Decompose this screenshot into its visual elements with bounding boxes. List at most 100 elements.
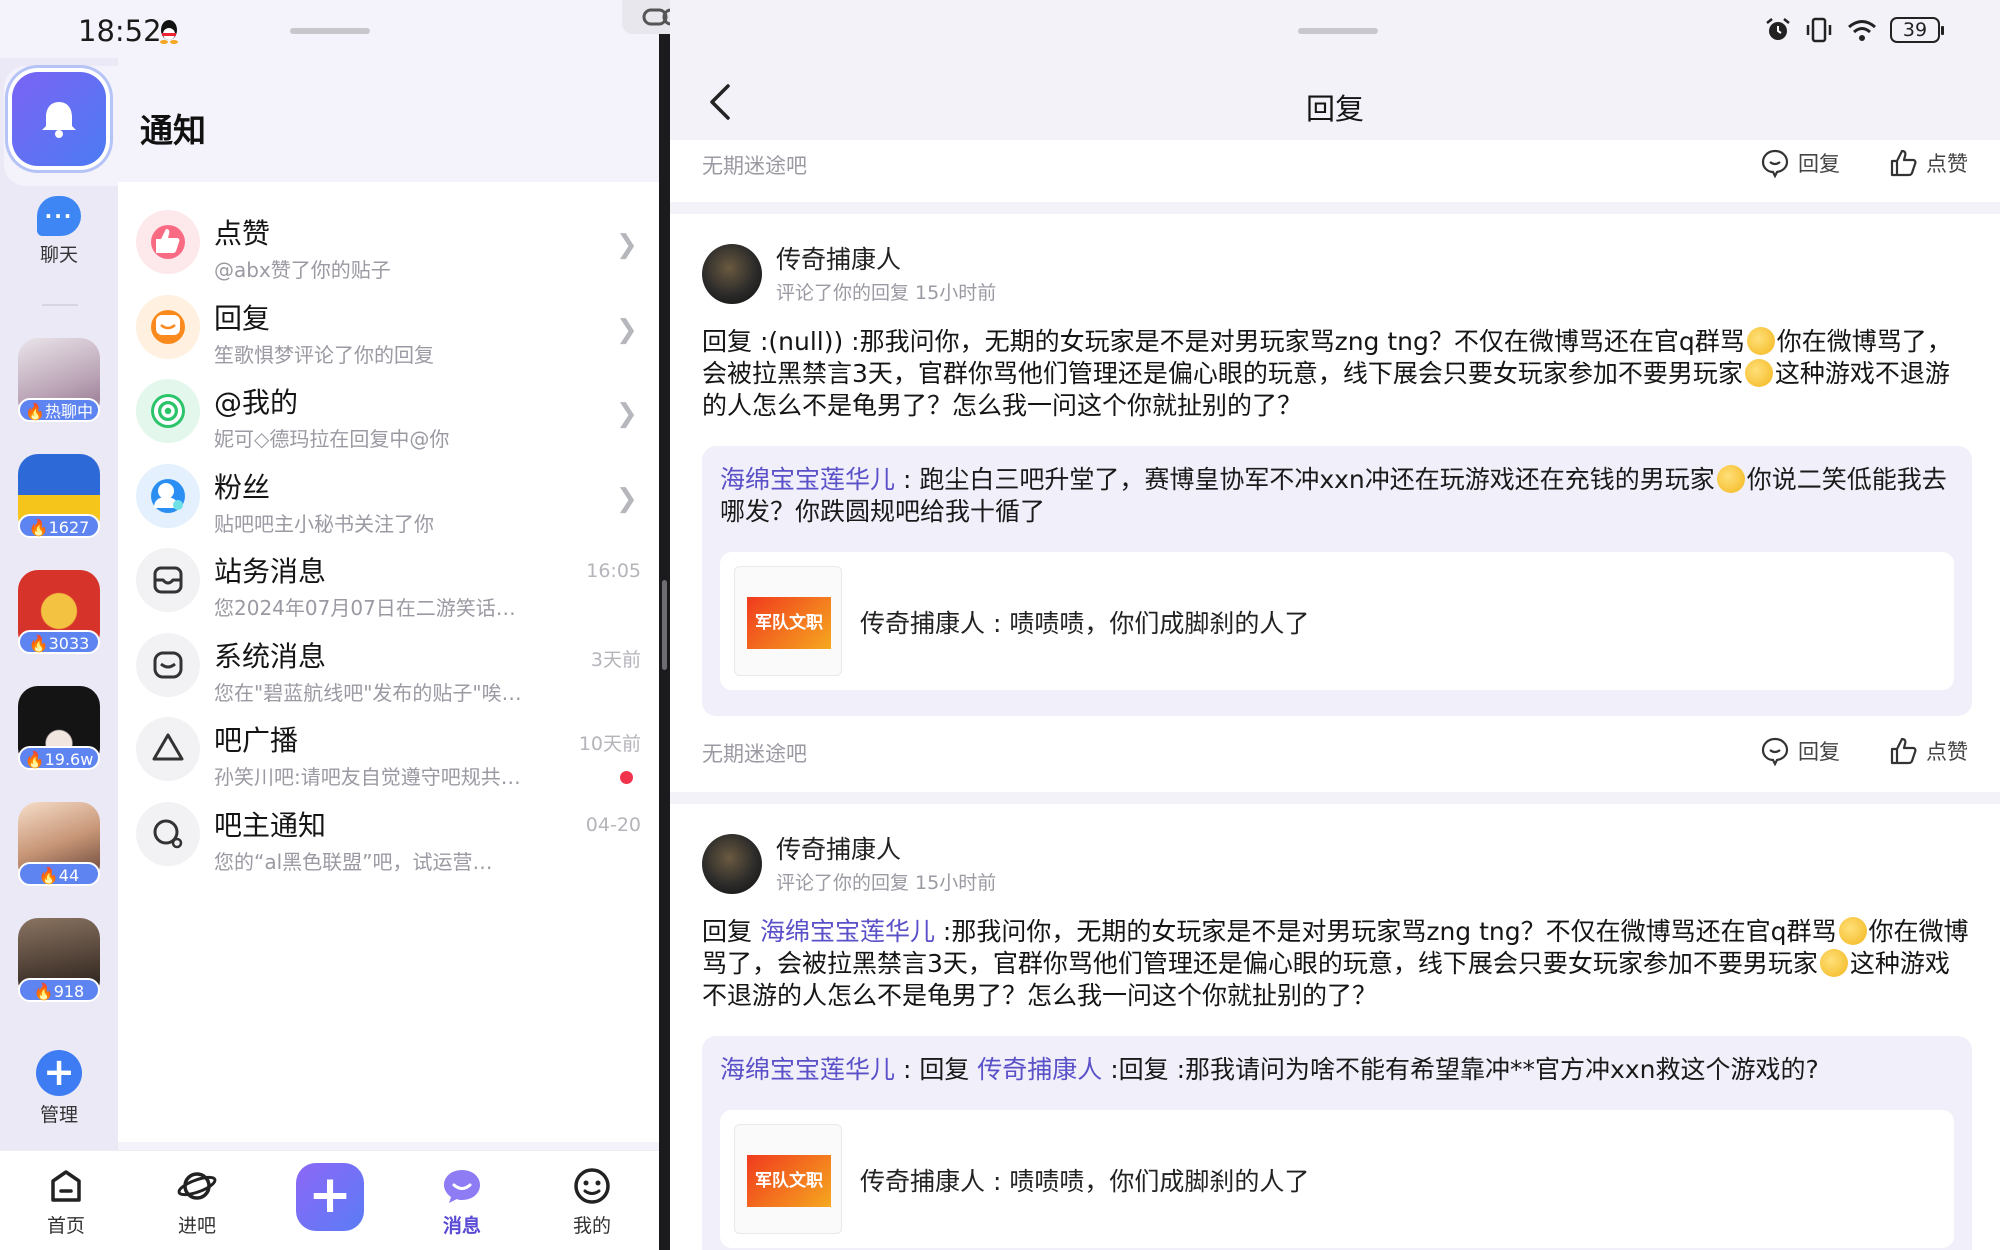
author-name[interactable]: 传奇捕康人 [776, 240, 901, 276]
nav-forums-label: 进吧 [177, 1215, 216, 1237]
post-body[interactable]: 回复 海绵宝宝莲华儿 :那我问你，无期的女玩家是不是对男玩家骂zng tng？不… [702, 916, 1972, 1012]
reply-label: 回复 [1798, 152, 1840, 176]
rail-chat-label: 聊天 [39, 244, 78, 266]
rail-divider [42, 304, 78, 306]
battery-indicator: 39 [1890, 17, 1944, 43]
quoted-reply[interactable]: 海绵宝宝莲华儿 : 跑尘白三吧升堂了，赛博皇协军不冲xxn冲还在玩游戏还在充钱的… [702, 446, 1972, 716]
add-icon: + [36, 1050, 82, 1096]
notification-time: 10天前 [578, 733, 641, 755]
forum-heat-badge: 🔥918 [18, 978, 100, 1002]
split-resize-handle[interactable] [662, 580, 667, 670]
forum-heat-badge: 🔥热聊中 [18, 398, 100, 422]
like-label: 点赞 [1926, 740, 1968, 764]
like-label: 点赞 [1926, 152, 1968, 176]
notification-icon-wrap [136, 548, 200, 612]
notification-title: 回复 [214, 301, 271, 335]
like-action[interactable]: 点赞 [1888, 148, 1968, 178]
notification-icon-wrap [136, 717, 200, 781]
wifi-icon [1848, 20, 1876, 41]
notification-title: 粉丝 [214, 470, 271, 504]
quoted-reply[interactable]: 海绵宝宝莲华儿 : 回复 传奇捕康人 :回复 :那我请问为啥不能有希望靠冲**官… [702, 1036, 1972, 1250]
home-icon [51, 1170, 81, 1202]
emoji-icon [1716, 465, 1745, 493]
rail-manage[interactable]: + 管理 [0, 1050, 118, 1127]
forum-heat-badge: 🔥44 [18, 862, 100, 886]
reply-icon [151, 309, 185, 344]
bottom-nav: 首页 进吧 + 消息 我的 [0, 1150, 659, 1250]
original-post-text: 传奇捕康人 : 啧啧啧，你们成脚刹的人了 [860, 1167, 1310, 1196]
thumbnail-banner: 军队文职 [747, 597, 831, 649]
emoji-icon [1838, 917, 1867, 945]
thumbs-up-icon [151, 225, 185, 259]
notification-title: 点赞 [214, 217, 271, 250]
unread-dot [620, 771, 633, 784]
nav-forums[interactable]: 进吧 [157, 1165, 237, 1238]
notification-time: 04-20 [585, 813, 641, 836]
alarm-icon [1766, 18, 1790, 40]
forum-heat-badge: 🔥1627 [18, 514, 100, 538]
window-grab-bar[interactable] [1298, 28, 1378, 34]
message-icon [444, 1170, 480, 1203]
notification-preview: 您的“al黑色联盟”吧，试运营… [214, 849, 493, 874]
inbox-icon [153, 566, 183, 594]
quote-user: 海绵宝宝莲华儿 [720, 465, 896, 494]
nav-profile[interactable]: 我的 [552, 1165, 632, 1238]
broadcast-icon [152, 733, 184, 761]
nav-messages[interactable]: 消息 [422, 1165, 502, 1238]
reply-detail-pane: 39 回复 无期迷途吧 回复 点赞 传奇捕康人 评论了你的回复 15小时前 回复… [670, 0, 2000, 1250]
reply-action[interactable]: 回复 [1760, 148, 1840, 178]
like-action[interactable]: 点赞 [1888, 736, 1968, 766]
original-post-card[interactable]: 军队文职 传奇捕康人 : 啧啧啧，你们成脚刹的人了 [720, 552, 1954, 690]
planet-icon [177, 1172, 217, 1200]
mention-link: 传奇捕康人 [977, 1055, 1103, 1084]
qq-icon [160, 20, 178, 44]
quote-text: 海绵宝宝莲华儿 : 回复 传奇捕康人 :回复 :那我请问为啥不能有希望靠冲**官… [720, 1055, 1819, 1084]
post-button[interactable]: + [296, 1163, 364, 1231]
window-grab-bar[interactable] [290, 28, 370, 34]
emoji-icon [1746, 327, 1775, 355]
rail-manage-label: 管理 [39, 1104, 78, 1126]
mention-link: 海绵宝宝莲华儿 [759, 917, 935, 946]
profile-icon [574, 1168, 610, 1204]
vibrate-icon [1806, 17, 1832, 43]
notification-icon-wrap [136, 210, 200, 274]
chevron-right-icon: ❯ [616, 230, 638, 260]
emoji-icon [1744, 359, 1773, 387]
author-avatar[interactable] [702, 834, 762, 894]
author-avatar[interactable] [702, 244, 762, 304]
page-title: 通知 [140, 111, 206, 150]
chevron-right-icon: ❯ [616, 399, 638, 429]
reply-action[interactable]: 回复 [1760, 736, 1840, 766]
notification-time: 16:05 [586, 560, 641, 582]
original-post-card[interactable]: 军队文职 传奇捕康人 : 啧啧啧，你们成脚刹的人了 [720, 1110, 1954, 1248]
quote-user: 海绵宝宝莲华儿 [720, 1055, 896, 1084]
chat-bubble-icon: ··· [37, 196, 81, 236]
forum-name[interactable]: 无期迷途吧 [702, 150, 807, 180]
notification-icon-wrap [136, 294, 200, 359]
reply-post: 传奇捕康人 评论了你的回复 15小时前 回复 :(null)) :那我问你，无期… [670, 214, 2000, 792]
status-time: 18:52 [78, 14, 162, 48]
thumbnail-banner: 军队文职 [747, 1155, 831, 1207]
rail-chat[interactable]: ··· 聊天 [0, 196, 118, 267]
fans-icon [151, 478, 185, 513]
comment-icon [1761, 737, 1789, 766]
thumbs-up-icon [1890, 149, 1917, 177]
chevron-right-icon: ❯ [616, 483, 638, 514]
notification-bell-tile[interactable] [12, 72, 106, 166]
post-meta: 评论了你的回复 15小时前 [776, 872, 997, 894]
post-body[interactable]: 回复 :(null)) :那我问你，无期的女玩家是不是对男玩家骂zng tng？… [702, 326, 1972, 422]
nav-home[interactable]: 首页 [26, 1165, 106, 1238]
owner-notice-icon [153, 819, 183, 848]
author-name[interactable]: 传奇捕康人 [776, 830, 901, 866]
forum-name[interactable]: 无期迷途吧 [702, 738, 807, 768]
notification-icon-wrap [136, 632, 200, 697]
nav-home-label: 首页 [46, 1215, 85, 1237]
forum-heat-badge: 🔥3033 [18, 630, 100, 654]
notification-item-8[interactable]: 吧主通知 您的“al黑色联盟”吧，试运营… 04-20 [118, 784, 659, 892]
post-thumbnail: 军队文职 [734, 566, 842, 676]
previous-post-footer: 无期迷途吧 回复 点赞 [670, 140, 2000, 202]
reply-label: 回复 [1798, 740, 1840, 764]
system-icon [153, 651, 183, 678]
notification-title: @我的 [214, 386, 299, 419]
notification-title: 站务消息 [214, 555, 327, 588]
